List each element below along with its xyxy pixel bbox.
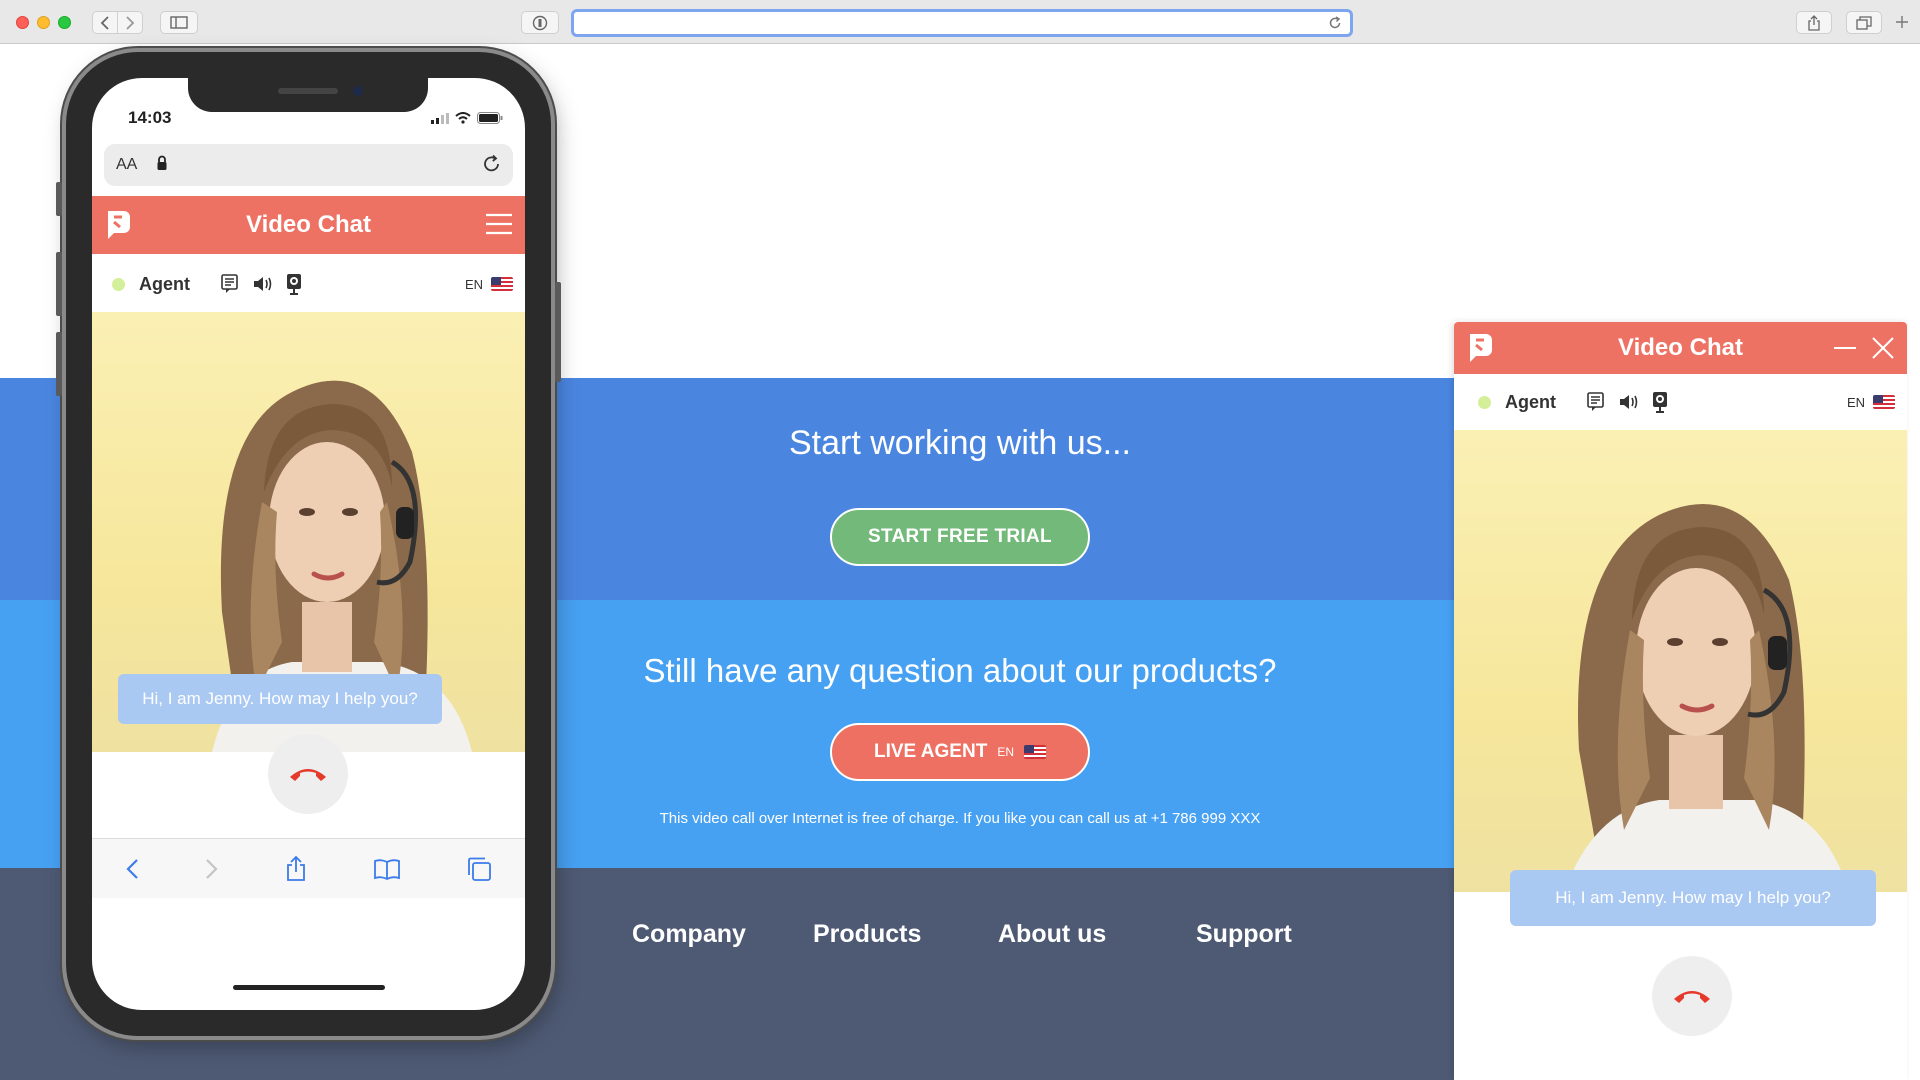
brand-logo-icon — [1470, 334, 1492, 362]
call-note: This video call over Internet is free of… — [659, 810, 1261, 827]
phone-agent-label: Agent — [139, 273, 190, 294]
us-flag-icon[interactable] — [1873, 395, 1895, 409]
footer-link-about[interactable]: About us — [998, 920, 1106, 949]
phone-address-bar[interactable]: AA — [104, 144, 513, 186]
phone-hangup-button[interactable] — [268, 734, 348, 814]
speaker-icon[interactable] — [252, 275, 274, 293]
share-button[interactable] — [1796, 11, 1832, 34]
forward-icon — [126, 15, 135, 30]
forward-button[interactable] — [117, 11, 143, 34]
speaker-icon[interactable] — [1618, 393, 1640, 411]
battery-icon — [477, 112, 503, 124]
phone-chat-header: Video Chat — [92, 196, 525, 254]
phone-mute-switch — [56, 182, 62, 216]
footer-link-support[interactable]: Support — [1196, 920, 1292, 949]
webcam-icon[interactable] — [1652, 391, 1668, 413]
hamburger-menu-icon[interactable] — [485, 213, 513, 235]
phone-lang-label: EN — [464, 276, 483, 292]
widget-lang-label: EN — [1846, 394, 1865, 410]
close-icon[interactable] — [1871, 336, 1895, 360]
video-chat-widget: Video Chat Agent EN Hi, I am Jenny. How … — [1454, 322, 1907, 1080]
close-window-button[interactable] — [16, 16, 29, 29]
share-icon — [1808, 14, 1820, 31]
phone-chat-bar: Agent EN — [112, 256, 525, 312]
tabs-icon — [1856, 15, 1872, 30]
back-icon[interactable] — [125, 858, 139, 880]
signal-icon — [431, 112, 449, 124]
bookmarks-icon[interactable] — [373, 858, 400, 880]
widget-greeting-bubble: Hi, I am Jenny. How may I help you? — [1510, 870, 1876, 926]
phone-volume-up — [56, 252, 62, 316]
agent-portrait — [1564, 503, 1849, 892]
widget-agent-label: Agent — [1505, 391, 1556, 412]
zoom-window-button[interactable] — [58, 16, 71, 29]
back-icon — [100, 15, 109, 30]
online-status-dot — [112, 277, 125, 291]
text-size-button[interactable]: AA — [116, 156, 137, 174]
new-tab-icon — [1896, 16, 1908, 28]
reload-icon[interactable] — [1328, 16, 1342, 30]
chat-icon[interactable] — [220, 274, 240, 294]
live-agent-label: LIVE AGENT — [874, 741, 988, 762]
browser-toolbar — [0, 0, 1920, 44]
widget-title: Video Chat — [1618, 334, 1743, 361]
sidebar-button[interactable] — [160, 11, 198, 34]
live-agent-button[interactable]: LIVE AGENT EN — [830, 723, 1090, 781]
brand-logo-icon — [108, 211, 130, 239]
widget-agent-video — [1454, 430, 1907, 892]
cta-heading: Start working with us... — [788, 424, 1131, 462]
minimize-window-button[interactable] — [37, 16, 50, 29]
phone-clock: 14:03 — [128, 108, 172, 127]
footer-link-products[interactable]: Products — [813, 920, 921, 949]
us-flag-icon[interactable] — [491, 277, 513, 291]
phone-safari-toolbar — [92, 838, 525, 898]
widget-chat-bar: Agent EN — [1478, 374, 1907, 430]
hangup-icon — [290, 769, 326, 781]
new-tab-button[interactable] — [1894, 14, 1910, 35]
minimize-icon[interactable] — [1833, 346, 1857, 350]
support-heading: Still have any question about our produc… — [643, 652, 1277, 689]
phone-greeting-bubble: Hi, I am Jenny. How may I help you? — [118, 674, 442, 724]
hangup-icon — [1674, 991, 1710, 1003]
home-indicator — [233, 985, 385, 990]
phone-volume-down — [56, 332, 62, 396]
phone-screen: 14:03 AA Video Chat Agent EN Hi, I am Je… — [92, 78, 525, 1010]
footer-link-company[interactable]: Company — [632, 920, 746, 949]
start-free-trial-button[interactable]: START FREE TRIAL — [830, 508, 1090, 566]
wifi-icon — [455, 112, 471, 124]
reload-icon[interactable] — [481, 153, 503, 175]
phone-notch — [188, 78, 428, 112]
phone-chat-title: Video Chat — [246, 211, 371, 238]
tabs-icon[interactable] — [466, 856, 492, 882]
privacy-report-button[interactable] — [521, 11, 559, 34]
phone-power-button — [555, 282, 561, 382]
phone-mockup: 14:03 AA Video Chat Agent EN Hi, I am Je… — [56, 52, 561, 1036]
chat-icon[interactable] — [1586, 392, 1606, 412]
webcam-icon[interactable] — [286, 273, 302, 295]
share-icon[interactable] — [285, 855, 307, 882]
widget-header: Video Chat — [1454, 322, 1907, 374]
phone-status-icons — [431, 112, 503, 124]
forward-icon[interactable] — [205, 858, 219, 880]
sidebar-icon — [170, 16, 188, 29]
online-status-dot — [1478, 395, 1491, 409]
us-flag-icon — [1023, 745, 1046, 759]
privacy-icon — [532, 15, 548, 30]
back-button[interactable] — [92, 11, 118, 34]
address-bar[interactable] — [571, 9, 1353, 37]
tabs-button[interactable] — [1846, 11, 1882, 34]
lock-icon — [157, 155, 167, 170]
widget-hangup-button[interactable] — [1652, 956, 1732, 1036]
live-agent-lang: EN — [997, 745, 1014, 759]
